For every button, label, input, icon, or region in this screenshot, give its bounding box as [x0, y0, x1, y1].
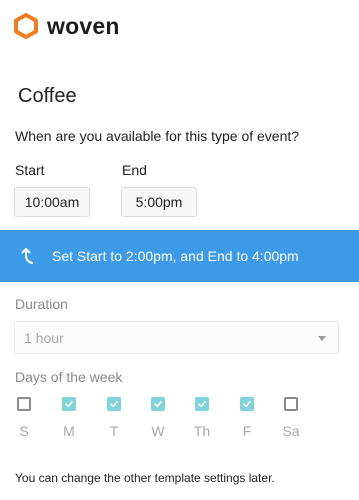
day-checkbox[interactable] — [151, 397, 165, 411]
hexagon-logo-icon — [14, 13, 38, 39]
curved-up-arrow-icon — [21, 248, 33, 264]
dropdown-caret-icon — [318, 336, 326, 341]
day-letter: Sa — [282, 423, 300, 439]
day-letter: S — [19, 423, 29, 439]
settings-footnote: You can change the other template settin… — [15, 471, 275, 485]
day-letter: W — [151, 423, 165, 439]
checkmark-icon — [65, 401, 73, 408]
day-checkbox[interactable] — [17, 397, 31, 411]
day-checkbox[interactable] — [62, 397, 76, 411]
suggestion-text: Set Start to 2:00pm, and End to 4:00pm — [52, 248, 299, 264]
checkmark-icon — [198, 401, 206, 408]
checkmark-icon — [243, 401, 251, 408]
end-label: End — [122, 162, 147, 178]
start-time-field[interactable]: 10:00am — [14, 187, 90, 217]
brand-name: woven — [47, 12, 120, 39]
end-time-field[interactable]: 5:00pm — [121, 187, 197, 217]
day-saturday[interactable]: Sa — [279, 397, 303, 439]
event-template-page: woven Coffee When are you available for … — [0, 0, 359, 500]
duration-value: 1 hour — [24, 329, 64, 346]
day-letter: F — [242, 423, 252, 439]
day-tuesday[interactable]: T — [102, 397, 126, 439]
day-checkbox[interactable] — [107, 397, 121, 411]
day-letter: M — [63, 423, 75, 439]
time-suggestion-banner[interactable]: Set Start to 2:00pm, and End to 4:00pm — [0, 230, 359, 282]
day-checkbox[interactable] — [240, 397, 254, 411]
day-wednesday[interactable]: W — [146, 397, 170, 439]
checkmark-icon — [110, 401, 118, 408]
checkmark-icon — [154, 401, 162, 408]
day-thursday[interactable]: Th — [190, 397, 214, 439]
availability-question: When are you available for this type of … — [15, 128, 300, 144]
day-checkbox[interactable] — [284, 397, 298, 411]
day-checkbox[interactable] — [195, 397, 209, 411]
duration-label: Duration — [15, 296, 68, 312]
day-friday[interactable]: F — [235, 397, 259, 439]
start-label: Start — [15, 162, 45, 178]
day-sunday[interactable]: S — [12, 397, 36, 439]
woven-logo: woven — [13, 12, 120, 40]
day-letter: T — [109, 423, 119, 439]
days-of-week-label: Days of the week — [15, 369, 123, 385]
day-letter: Th — [193, 423, 211, 439]
duration-select[interactable]: 1 hour — [14, 321, 339, 354]
day-monday[interactable]: M — [57, 397, 81, 439]
event-title: Coffee — [18, 85, 77, 107]
